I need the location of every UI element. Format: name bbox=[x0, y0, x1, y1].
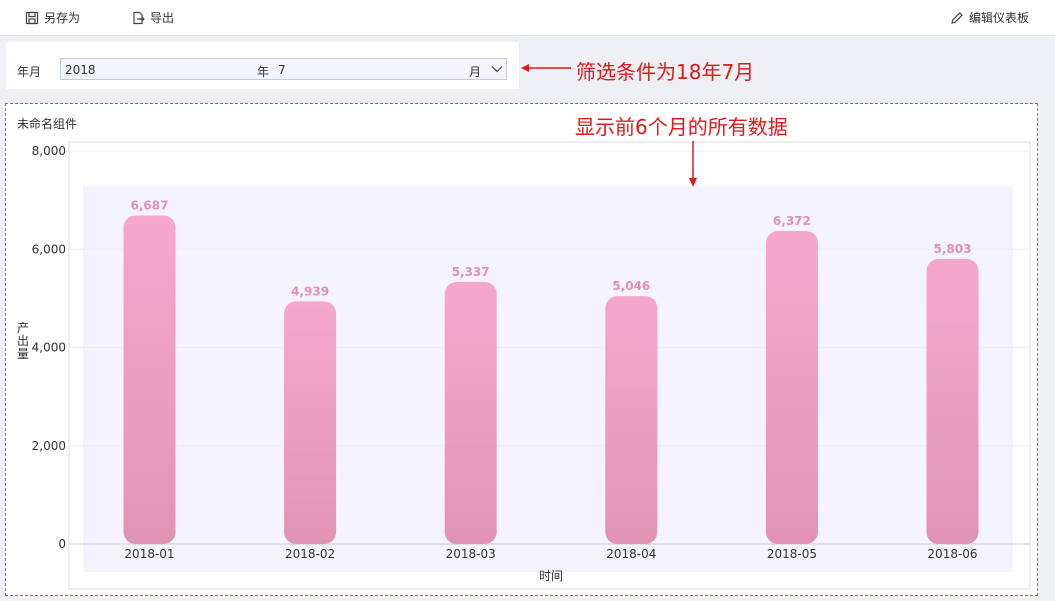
bar bbox=[444, 281, 497, 544]
x-tick-label: 2018-05 bbox=[767, 547, 817, 561]
bar-value-label: 6,372 bbox=[773, 214, 811, 228]
bar bbox=[765, 230, 818, 544]
y-tick-label: 2,000 bbox=[32, 439, 66, 453]
bar-chart: 0 2,000 4,000 6,000 8,000 6,687 2018-01 4,939 20… bbox=[17, 141, 1031, 590]
bar-value-label: 5,046 bbox=[612, 279, 650, 293]
y-tick-label: 8,000 bbox=[32, 144, 66, 158]
filter-note: 筛选条件为18年7月 bbox=[576, 60, 755, 84]
y-tick-label: 4,000 bbox=[32, 341, 66, 355]
x-tick-label: 2018-06 bbox=[927, 547, 977, 561]
x-axis-title: 时间 bbox=[539, 569, 563, 583]
export-button[interactable]: 导出 bbox=[131, 9, 174, 26]
chevron-down-icon bbox=[491, 66, 503, 73]
save-as-button[interactable]: 另存为 bbox=[25, 9, 80, 26]
filter-panel: 年月 2018 年 7 月 bbox=[6, 42, 519, 89]
bar-value-label: 6,687 bbox=[131, 199, 169, 213]
bar-value-label: 5,803 bbox=[934, 242, 972, 256]
year-value: 2018 bbox=[65, 63, 96, 77]
pencil-icon bbox=[951, 11, 963, 24]
top-toolbar: 另存为 导出 编辑仪表板 bbox=[0, 0, 1055, 36]
y-tick-label: 6,000 bbox=[32, 242, 66, 256]
bar bbox=[284, 301, 337, 544]
x-tick-label: 2018-04 bbox=[606, 547, 656, 561]
export-label: 导出 bbox=[150, 11, 175, 25]
month-suffix: 月 bbox=[469, 65, 482, 79]
chart-note-arrow bbox=[689, 141, 697, 187]
year-month-select[interactable]: 2018 年 7 月 bbox=[60, 58, 507, 80]
bar bbox=[605, 296, 658, 544]
chart-note: 显示前6个月的所有数据 bbox=[575, 115, 788, 139]
month-value: 7 bbox=[278, 63, 286, 77]
edit-dashboard-button[interactable]: 编辑仪表板 bbox=[950, 9, 1029, 26]
y-tick-label: 0 bbox=[58, 537, 66, 551]
y-axis-title: 产出量 bbox=[17, 321, 29, 361]
save-as-label: 另存为 bbox=[44, 11, 81, 25]
bar bbox=[123, 215, 176, 544]
filter-note-arrow bbox=[521, 64, 571, 72]
chart-widget: 未命名组件 0 2,000 4,000 6,000 8,000 6,687 2018-01 4… bbox=[5, 103, 1038, 596]
edit-dashboard-label: 编辑仪表板 bbox=[969, 11, 1030, 25]
bar-value-label: 4,939 bbox=[291, 284, 329, 298]
x-tick-label: 2018-01 bbox=[124, 547, 174, 561]
save-icon bbox=[25, 11, 39, 24]
plot-background bbox=[83, 186, 1013, 572]
filter-label: 年月 bbox=[17, 65, 42, 79]
bar bbox=[926, 258, 979, 544]
bar-value-label: 5,337 bbox=[452, 265, 490, 279]
year-suffix: 年 bbox=[257, 65, 270, 79]
export-icon bbox=[133, 11, 145, 24]
x-tick-label: 2018-02 bbox=[285, 547, 335, 561]
x-tick-label: 2018-03 bbox=[446, 547, 496, 561]
